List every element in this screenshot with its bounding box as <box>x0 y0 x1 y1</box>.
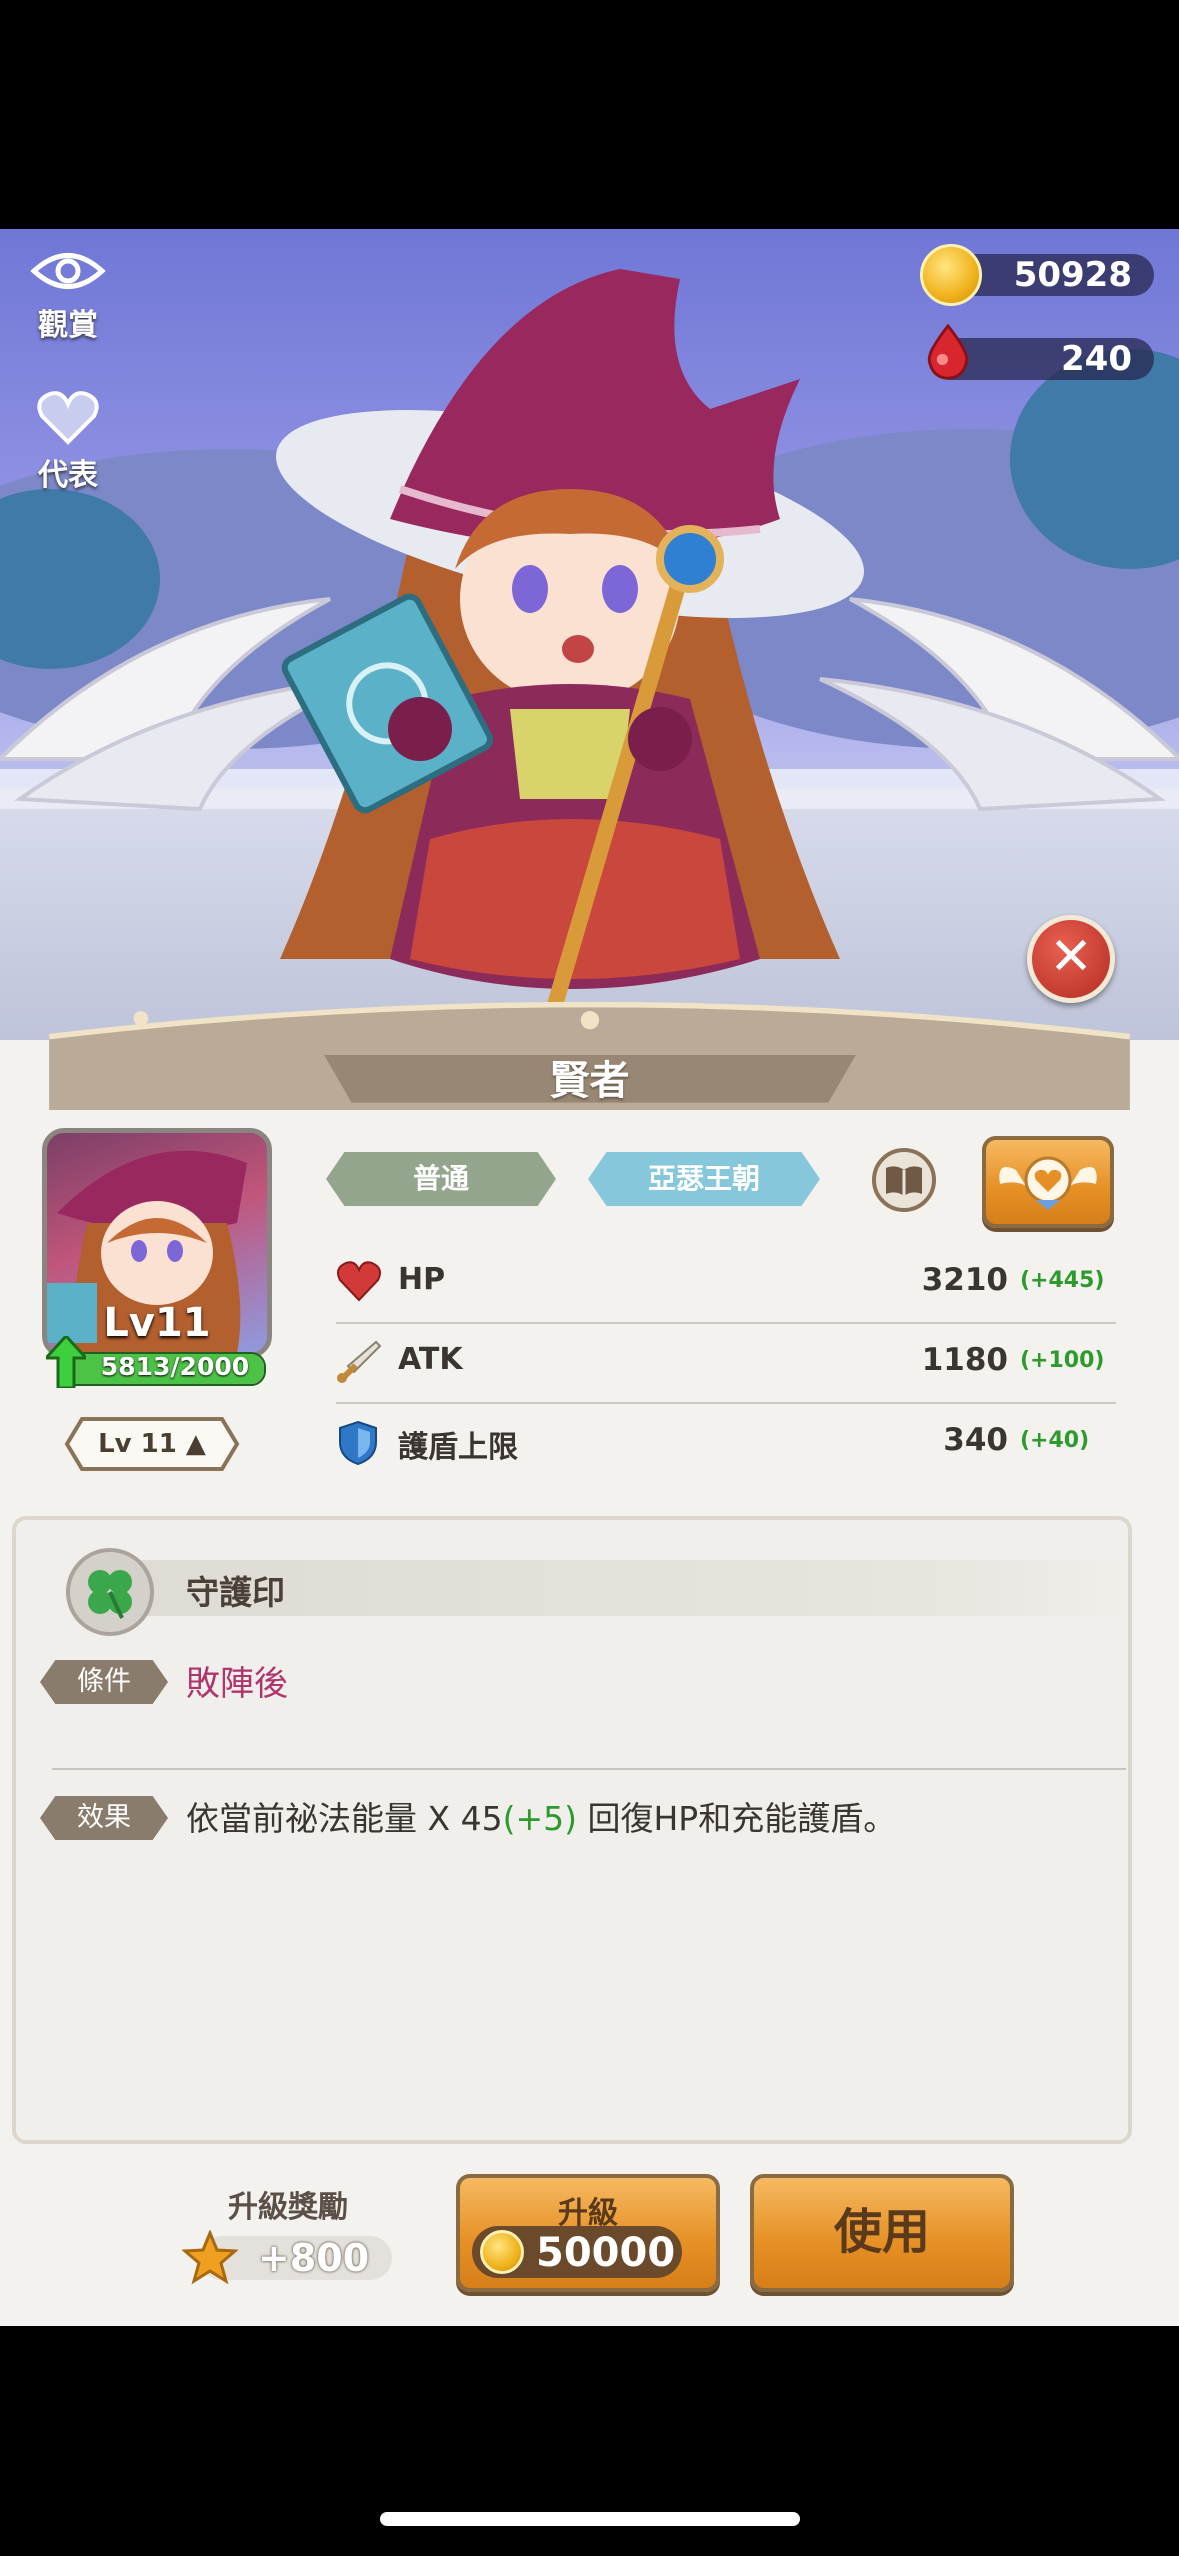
stat-bonus: (+40) <box>1020 1428 1090 1453</box>
reward-value: +800 <box>258 2236 370 2280</box>
winged-heart-icon <box>999 1156 1097 1210</box>
level-up-arrow-icon <box>46 1336 86 1388</box>
stat-bonus: (+100) <box>1020 1348 1105 1373</box>
close-icon: ✕ <box>1049 927 1093 987</box>
effect-bonus: (+5) <box>502 1799 577 1838</box>
stat-value: 1180 <box>921 1342 1008 1378</box>
effect-text-main: 依當前祕法能量 X 45 <box>186 1799 503 1838</box>
favorite-badge-button[interactable] <box>982 1136 1114 1228</box>
faction-tag: 亞瑟王朝 <box>588 1152 820 1206</box>
gem-value: 240 <box>1061 339 1132 379</box>
sword-icon <box>337 1340 382 1383</box>
condition-value: 敗陣後 <box>186 1664 288 1704</box>
book-icon <box>886 1166 922 1196</box>
gem-counter: 240 <box>927 324 1154 380</box>
represent-button[interactable]: 代表 <box>26 390 110 494</box>
xp-text: 5813/2000 <box>100 1352 250 1381</box>
stat-value: 3210 <box>921 1262 1008 1298</box>
effect-text-tail: 回復HP和充能護盾。 <box>576 1799 897 1838</box>
shield-icon <box>339 1420 377 1466</box>
heart-icon <box>337 1261 381 1302</box>
view-label: 觀賞 <box>38 308 98 343</box>
gold-counter: 50928 <box>920 244 1154 306</box>
skill-divider <box>52 1768 1126 1770</box>
upgrade-cost: 50000 <box>536 2230 676 2276</box>
stat-row-shield: 護盾上限 340 (+40) <box>336 1402 1116 1482</box>
upgrade-reward-label: 升級獎勵 <box>228 2190 348 2225</box>
eye-icon <box>30 253 106 289</box>
stat-name: HP <box>398 1262 446 1297</box>
character-name: 賢者 <box>549 1058 630 1104</box>
stat-row-hp: HP 3210 (+445) <box>336 1242 1116 1324</box>
close-button[interactable]: ✕ <box>1027 915 1115 1003</box>
gold-coin-icon <box>920 244 982 306</box>
witch-character-art <box>276 269 864 1042</box>
condition-label: 條件 <box>40 1660 168 1704</box>
heart-outline-icon <box>37 391 99 445</box>
clover-icon <box>88 1570 132 1619</box>
skill-icon <box>66 1548 154 1636</box>
level-select-label: Lv 11 ▲ <box>98 1429 206 1459</box>
view-button[interactable]: 觀賞 <box>26 246 110 344</box>
use-label: 使用 <box>833 2204 930 2260</box>
star-icon <box>182 2230 238 2285</box>
effect-label: 效果 <box>40 1796 168 1840</box>
stat-name: ATK <box>398 1342 463 1377</box>
gold-value: 50928 <box>1013 255 1132 295</box>
represent-label: 代表 <box>38 458 98 493</box>
effect-text: 依當前祕法能量 X 45(+5) 回復HP和充能護盾。 <box>186 1792 896 1840</box>
stat-value: 340 <box>943 1422 1008 1458</box>
gold-coin-icon <box>480 2230 524 2274</box>
home-indicator[interactable] <box>380 2512 800 2526</box>
stat-row-atk: ATK 1180 (+100) <box>336 1322 1116 1404</box>
rarity-tag: 普通 <box>326 1152 556 1206</box>
stat-bonus: (+445) <box>1020 1268 1105 1293</box>
codex-button[interactable] <box>872 1148 936 1212</box>
skill-name: 守護印 <box>186 1573 285 1612</box>
red-drop-icon <box>927 324 969 380</box>
stat-name: 護盾上限 <box>398 1430 518 1465</box>
